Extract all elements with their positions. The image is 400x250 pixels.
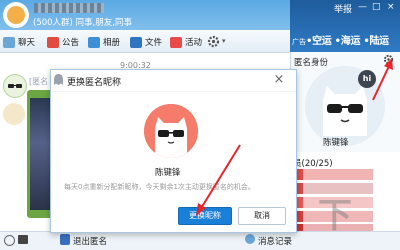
annotation-arrows [196, 58, 393, 216]
